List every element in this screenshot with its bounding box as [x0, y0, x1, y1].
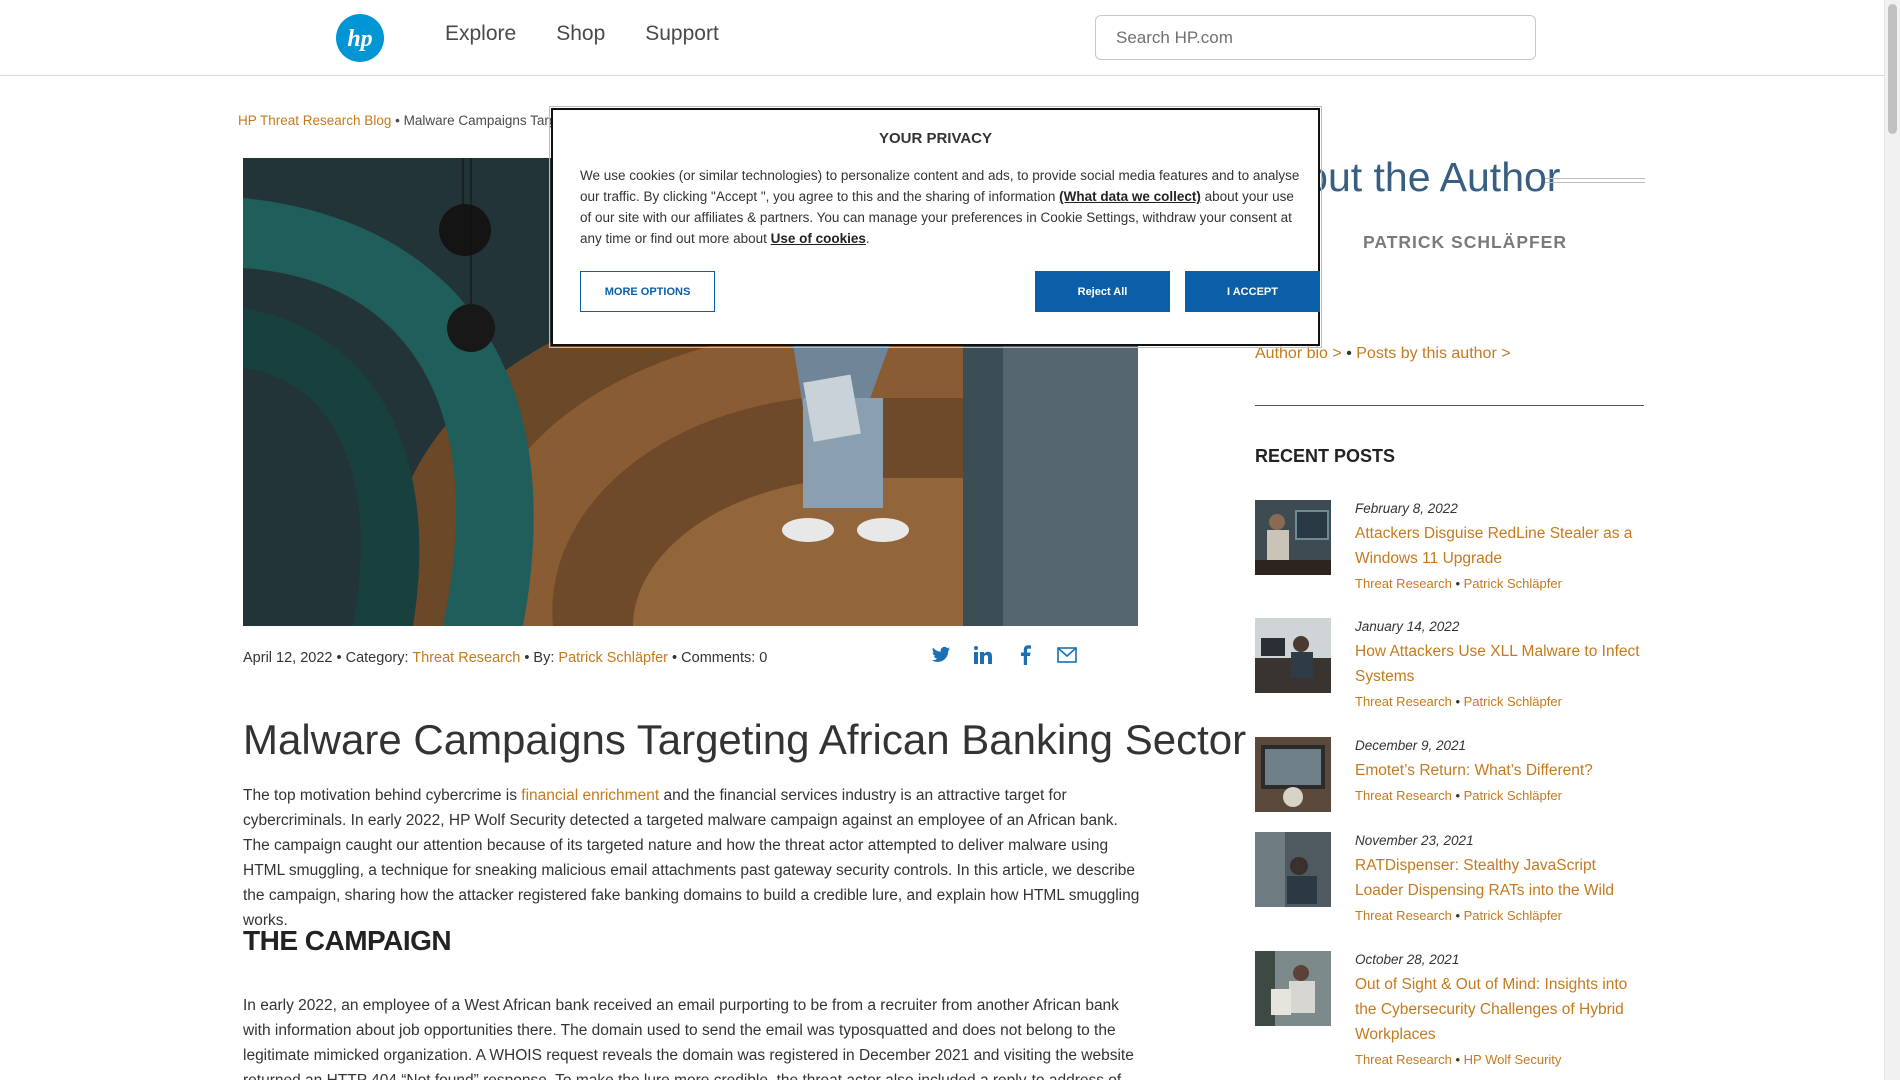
section-heading-campaign: THE CAMPAIGN: [243, 925, 452, 956]
author-posts-link[interactable]: Posts by this author >: [1356, 345, 1510, 362]
site-header: hp Explore Shop Support: [0, 0, 1884, 76]
intro-text-start: The top motivation behind cybercrime is: [243, 787, 522, 804]
by-label: • By:: [524, 650, 555, 666]
heading-rule: [1545, 178, 1645, 179]
post-author-link[interactable]: Patrick Schläpfer: [1464, 788, 1562, 803]
post-date: November 23, 2021: [1355, 833, 1474, 848]
cookie-dialog-text: We use cookies (or similar technologies)…: [580, 165, 1300, 249]
post-author-link[interactable]: Patrick Schläpfer: [1464, 908, 1562, 923]
author-name: PATRICK SCHLÄPFER: [1363, 232, 1567, 252]
intro-text-end: and the financial services industry is a…: [243, 787, 1140, 929]
post-category-link[interactable]: Threat Research: [1355, 1052, 1452, 1067]
use-of-cookies-link[interactable]: Use of cookies: [771, 231, 866, 246]
share-bar: [930, 644, 1078, 666]
post-author-link[interactable]: HP Wolf Security: [1464, 1052, 1562, 1067]
post-title-link[interactable]: Out of Sight & Out of Mind: Insights int…: [1355, 972, 1645, 1047]
post-tags: Threat Research • Patrick Schläpfer: [1355, 574, 1645, 594]
post-tags: Threat Research • HP Wolf Security: [1355, 1050, 1645, 1070]
post-category-link[interactable]: Threat Research: [1355, 694, 1452, 709]
article-title: Malware Campaigns Targeting African Bank…: [243, 716, 1247, 763]
nav-explore[interactable]: Explore: [445, 22, 516, 46]
author-link[interactable]: Patrick Schläpfer: [558, 650, 668, 666]
post-title-link[interactable]: How Attackers Use XLL Malware to Infect …: [1355, 639, 1645, 689]
email-icon[interactable]: [1056, 644, 1078, 666]
main-nav: Explore Shop Support: [445, 22, 719, 46]
what-data-we-collect-link[interactable]: (What data we collect): [1059, 189, 1201, 204]
accept-button[interactable]: I ACCEPT: [1185, 271, 1320, 312]
scrollbar-thumb[interactable]: [1888, 4, 1897, 134]
financial-enrichment-link[interactable]: financial enrichment: [521, 787, 659, 804]
twitter-icon[interactable]: [930, 644, 952, 666]
nav-support[interactable]: Support: [645, 22, 719, 46]
post-title-link[interactable]: RATDispenser: Stealthy JavaScript Loader…: [1355, 853, 1645, 903]
category-link[interactable]: Threat Research: [412, 650, 520, 666]
breadcrumb-blog-link[interactable]: HP Threat Research Blog: [238, 113, 391, 128]
post-tag-separator: •: [1455, 788, 1461, 803]
post-category-link[interactable]: Threat Research: [1355, 908, 1452, 923]
category-label: • Category:: [336, 650, 409, 666]
post-tags: Threat Research • Patrick Schläpfer: [1355, 786, 1645, 806]
post-date: October 28, 2021: [1355, 952, 1460, 967]
svg-text:hp: hp: [347, 26, 372, 52]
hp-logo-icon: hp: [347, 26, 372, 52]
cookie-dialog-title: YOUR PRIVACY: [878, 130, 993, 147]
nav-shop[interactable]: Shop: [556, 22, 605, 46]
facebook-icon[interactable]: [1014, 644, 1036, 666]
page-scrollbar[interactable]: [1884, 0, 1900, 1080]
cookie-consent-dialog: YOUR PRIVACY We use cookies (or similar …: [549, 106, 1322, 348]
author-links: Author bio > • Posts by this author >: [1255, 345, 1511, 363]
post-thumbnail[interactable]: [1255, 618, 1331, 693]
post-tag-separator: •: [1455, 1052, 1461, 1067]
post-tag-separator: •: [1455, 694, 1461, 709]
post-title-link[interactable]: Emotet’s Return: What’s Different?: [1355, 758, 1645, 783]
recent-posts-heading: RECENT POSTS: [1255, 446, 1396, 466]
reject-all-button[interactable]: Reject All: [1035, 271, 1170, 312]
post-date: January 14, 2022: [1355, 619, 1460, 634]
post-thumbnail[interactable]: [1255, 500, 1331, 575]
breadcrumb-separator: •: [395, 113, 400, 128]
hp-logo[interactable]: hp: [336, 14, 384, 62]
post-date: February 8, 2022: [1355, 501, 1458, 516]
article-date: April 12, 2022: [243, 650, 333, 666]
post-thumbnail[interactable]: [1255, 832, 1331, 907]
article-meta: April 12, 2022 • Category: Threat Resear…: [243, 650, 767, 666]
post-thumbnail[interactable]: [1255, 737, 1331, 812]
post-title-link[interactable]: Attackers Disguise RedLine Stealer as a …: [1355, 521, 1645, 571]
post-date: December 9, 2021: [1355, 738, 1467, 753]
more-options-button[interactable]: MORE OPTIONS: [580, 271, 715, 312]
post-category-link[interactable]: Threat Research: [1355, 788, 1452, 803]
article-campaign-paragraph: In early 2022, an employee of a West Afr…: [243, 997, 1134, 1080]
article-intro-paragraph: The top motivation behind cybercrime is …: [243, 783, 1143, 933]
post-author-link[interactable]: Patrick Schläpfer: [1464, 576, 1562, 591]
post-tags: Threat Research • Patrick Schläpfer: [1355, 692, 1645, 712]
comments-count: • Comments: 0: [672, 650, 768, 666]
post-tag-separator: •: [1455, 576, 1461, 591]
linkedin-icon[interactable]: [972, 644, 994, 666]
post-author-link[interactable]: Patrick Schläpfer: [1464, 694, 1562, 709]
post-thumbnail[interactable]: [1255, 951, 1331, 1026]
author-bio-link[interactable]: Author bio >: [1255, 345, 1342, 362]
post-tag-separator: •: [1455, 908, 1461, 923]
cookie-text-part-3: .: [865, 231, 870, 246]
search-input[interactable]: [1095, 15, 1536, 60]
heading-rule-second: [1545, 182, 1645, 183]
author-links-separator: •: [1346, 345, 1352, 362]
sidebar-divider: [1255, 405, 1644, 406]
post-tags: Threat Research • Patrick Schläpfer: [1355, 906, 1645, 926]
post-category-link[interactable]: Threat Research: [1355, 576, 1452, 591]
